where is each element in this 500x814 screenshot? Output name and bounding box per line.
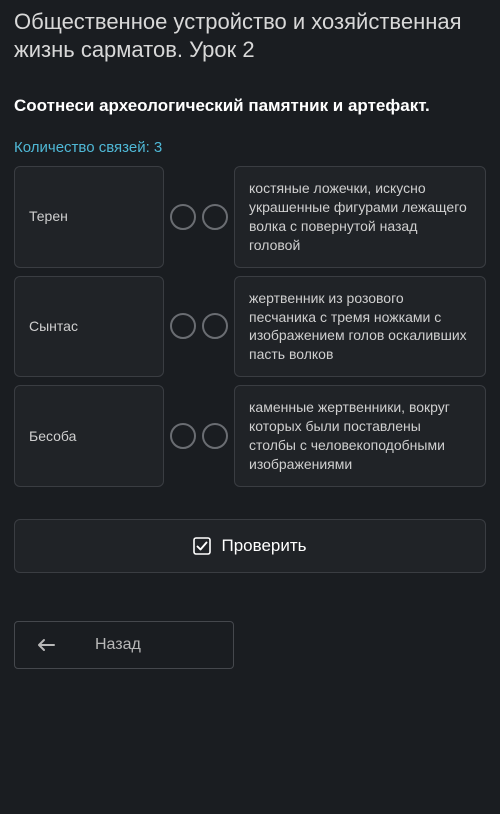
left-card-besoba[interactable]: Бесоба: [14, 385, 164, 487]
connector-right-0[interactable]: [202, 204, 228, 230]
connector-left-2[interactable]: [170, 423, 196, 449]
match-row: Бесоба каменные жертвенники, вокруг кото…: [14, 385, 486, 487]
connector-right-2[interactable]: [202, 423, 228, 449]
left-card-label: Терен: [29, 207, 68, 226]
back-button[interactable]: Назад: [14, 621, 234, 669]
right-card-0[interactable]: костяные ложечки, искусно украшенные фиг…: [234, 166, 486, 268]
check-button[interactable]: Проверить: [14, 519, 486, 573]
left-card-label: Бесоба: [29, 427, 76, 446]
lesson-title: Общественное устройство и хозяйственная …: [14, 8, 486, 63]
matching-area: Терен костяные ложечки, искусно украшенн…: [14, 166, 486, 487]
match-row: Терен костяные ложечки, искусно украшенн…: [14, 166, 486, 268]
connection-count: Количество связей: 3: [14, 139, 486, 156]
connector-left-1[interactable]: [170, 313, 196, 339]
left-card-teren[interactable]: Терен: [14, 166, 164, 268]
task-instruction: Соотнеси археологический памятник и арте…: [14, 95, 486, 117]
left-card-syntas[interactable]: Сынтас: [14, 276, 164, 378]
check-button-label: Проверить: [221, 536, 306, 556]
check-icon: [193, 537, 211, 555]
match-row: Сынтас жертвенник из розового песчаника …: [14, 276, 486, 378]
connector-right-1[interactable]: [202, 313, 228, 339]
right-card-2[interactable]: каменные жертвенники, вокруг которых был…: [234, 385, 486, 487]
connector-left-0[interactable]: [170, 204, 196, 230]
left-card-label: Сынтас: [29, 317, 78, 336]
right-card-1[interactable]: жертвенник из розового песчаника с тремя…: [234, 276, 486, 378]
arrow-left-icon: [37, 638, 55, 652]
right-card-label: каменные жертвенники, вокруг которых был…: [249, 398, 471, 474]
right-card-label: жертвенник из розового песчаника с тремя…: [249, 289, 471, 365]
back-button-label: Назад: [95, 636, 141, 654]
right-card-label: костяные ложечки, искусно украшенные фиг…: [249, 179, 471, 255]
